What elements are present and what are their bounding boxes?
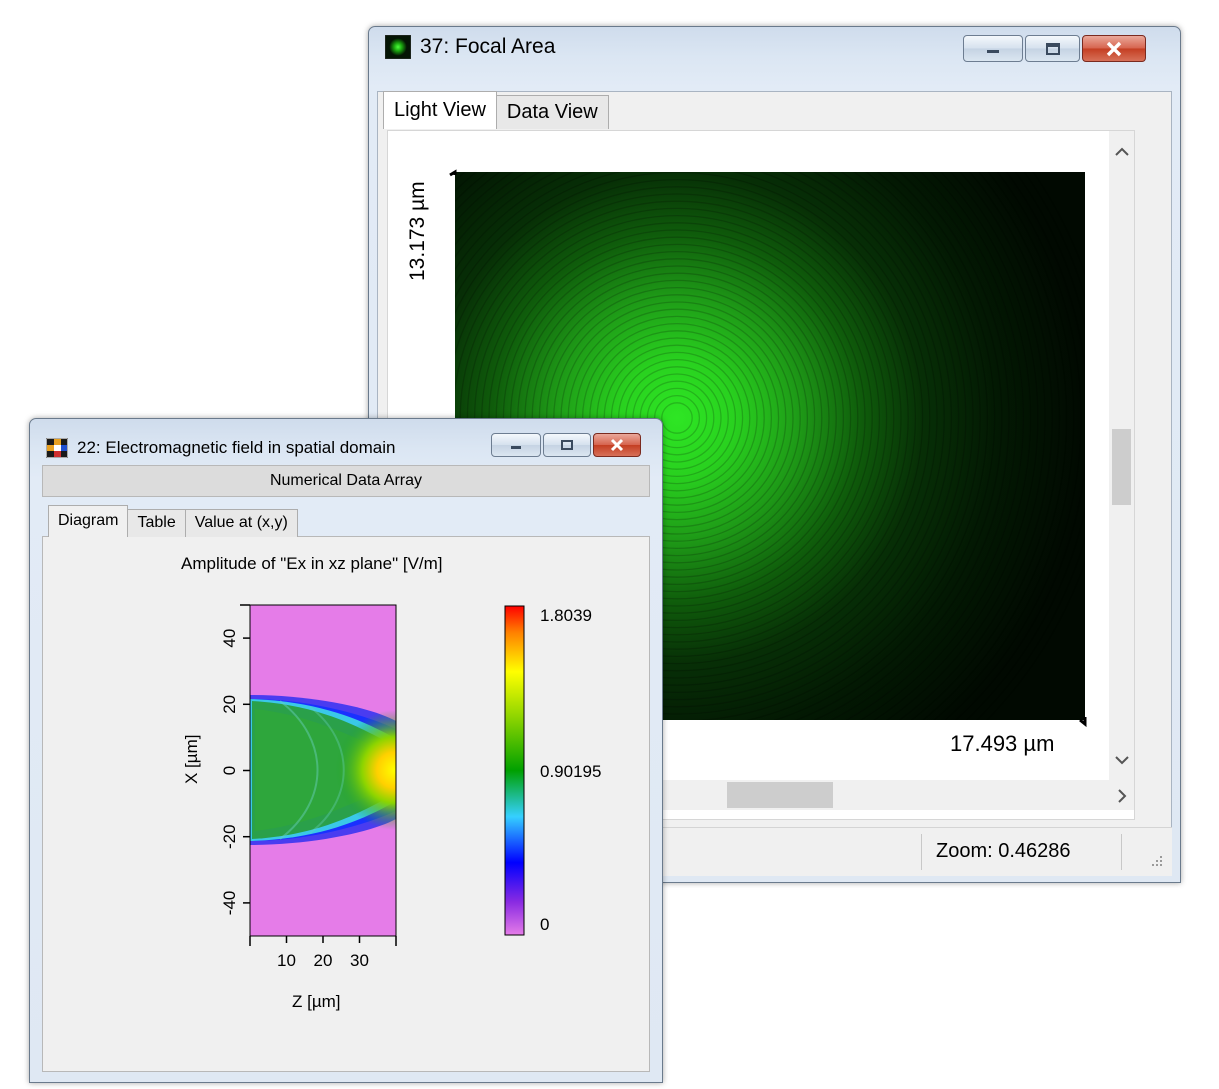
focal-tabs: Light View Data View — [383, 89, 609, 129]
close-button[interactable] — [1082, 35, 1146, 62]
focal-caption-buttons — [961, 35, 1146, 62]
heatmap-chart[interactable]: 10 20 30 40 20 0 -20 -40 1.8039 0.90195 0 — [160, 589, 620, 1029]
tab-light-view[interactable]: Light View — [383, 91, 497, 129]
colorbar — [504, 605, 525, 936]
vertical-scrollbar[interactable] — [1109, 131, 1134, 781]
restore-icon — [1045, 42, 1060, 55]
minimize-button[interactable] — [963, 35, 1023, 62]
em-tabs: Diagram Table Value at (x,y) — [48, 505, 298, 537]
y-extent-label: 13.173 µm — [406, 181, 429, 281]
zoom-label: Zoom: 0.46286 — [936, 840, 1071, 862]
z-tick-label: 30 — [350, 951, 369, 970]
minimize-icon — [511, 446, 521, 449]
diagram-title: Amplitude of "Ex in xz plane" [V/m] — [181, 554, 443, 573]
close-icon — [1106, 41, 1122, 56]
em-window-title: 22: Electromagnetic field in spatial dom… — [77, 438, 396, 457]
tab-diagram[interactable]: Diagram — [48, 505, 129, 537]
em-close-button[interactable] — [593, 433, 641, 457]
numerical-data-array-header: Numerical Data Array — [42, 465, 650, 497]
tab-value-at-xy[interactable]: Value at (x,y) — [184, 509, 298, 537]
vertical-scroll-thumb[interactable] — [1112, 429, 1131, 505]
colorbar-min-label: 0 — [540, 915, 549, 934]
x-tick-label: 0 — [220, 766, 239, 775]
z-tick-label: 20 — [314, 951, 333, 970]
x-tick-label: -20 — [220, 824, 239, 849]
em-restore-button[interactable] — [543, 433, 591, 457]
colorbar-mid-label: 0.90195 — [540, 762, 601, 781]
scroll-down-icon[interactable] — [1115, 755, 1129, 765]
z-tick-label: 10 — [277, 951, 296, 970]
x-axis-title: X [µm] — [182, 734, 201, 784]
z-axis-title: Z [µm] — [292, 992, 341, 1011]
restore-icon — [561, 440, 573, 450]
resize-grip-icon[interactable] — [1150, 854, 1164, 868]
scroll-right-icon[interactable] — [1117, 789, 1127, 803]
light-view-app-icon — [385, 35, 411, 59]
em-caption-buttons — [489, 433, 641, 457]
data-array-app-icon — [46, 438, 68, 458]
tab-table[interactable]: Table — [127, 509, 186, 537]
minimize-icon — [987, 49, 999, 53]
scroll-up-icon[interactable] — [1115, 147, 1129, 157]
colorbar-max-label: 1.8039 — [540, 606, 592, 625]
em-minimize-button[interactable] — [491, 433, 541, 457]
tab-data-view[interactable]: Data View — [495, 95, 609, 129]
close-icon — [610, 438, 624, 452]
horizontal-scroll-thumb[interactable] — [727, 782, 833, 808]
x-tick-label: 20 — [220, 695, 239, 714]
heatmap-field — [250, 605, 396, 936]
em-field-window: 22: Electromagnetic field in spatial dom… — [29, 418, 663, 1083]
restore-button[interactable] — [1025, 35, 1080, 62]
x-tick-label: -40 — [220, 891, 239, 916]
x-tick-label: 40 — [220, 629, 239, 648]
focal-window-title: 37: Focal Area — [420, 35, 556, 58]
x-extent-label: 17.493 µm — [950, 731, 1055, 756]
